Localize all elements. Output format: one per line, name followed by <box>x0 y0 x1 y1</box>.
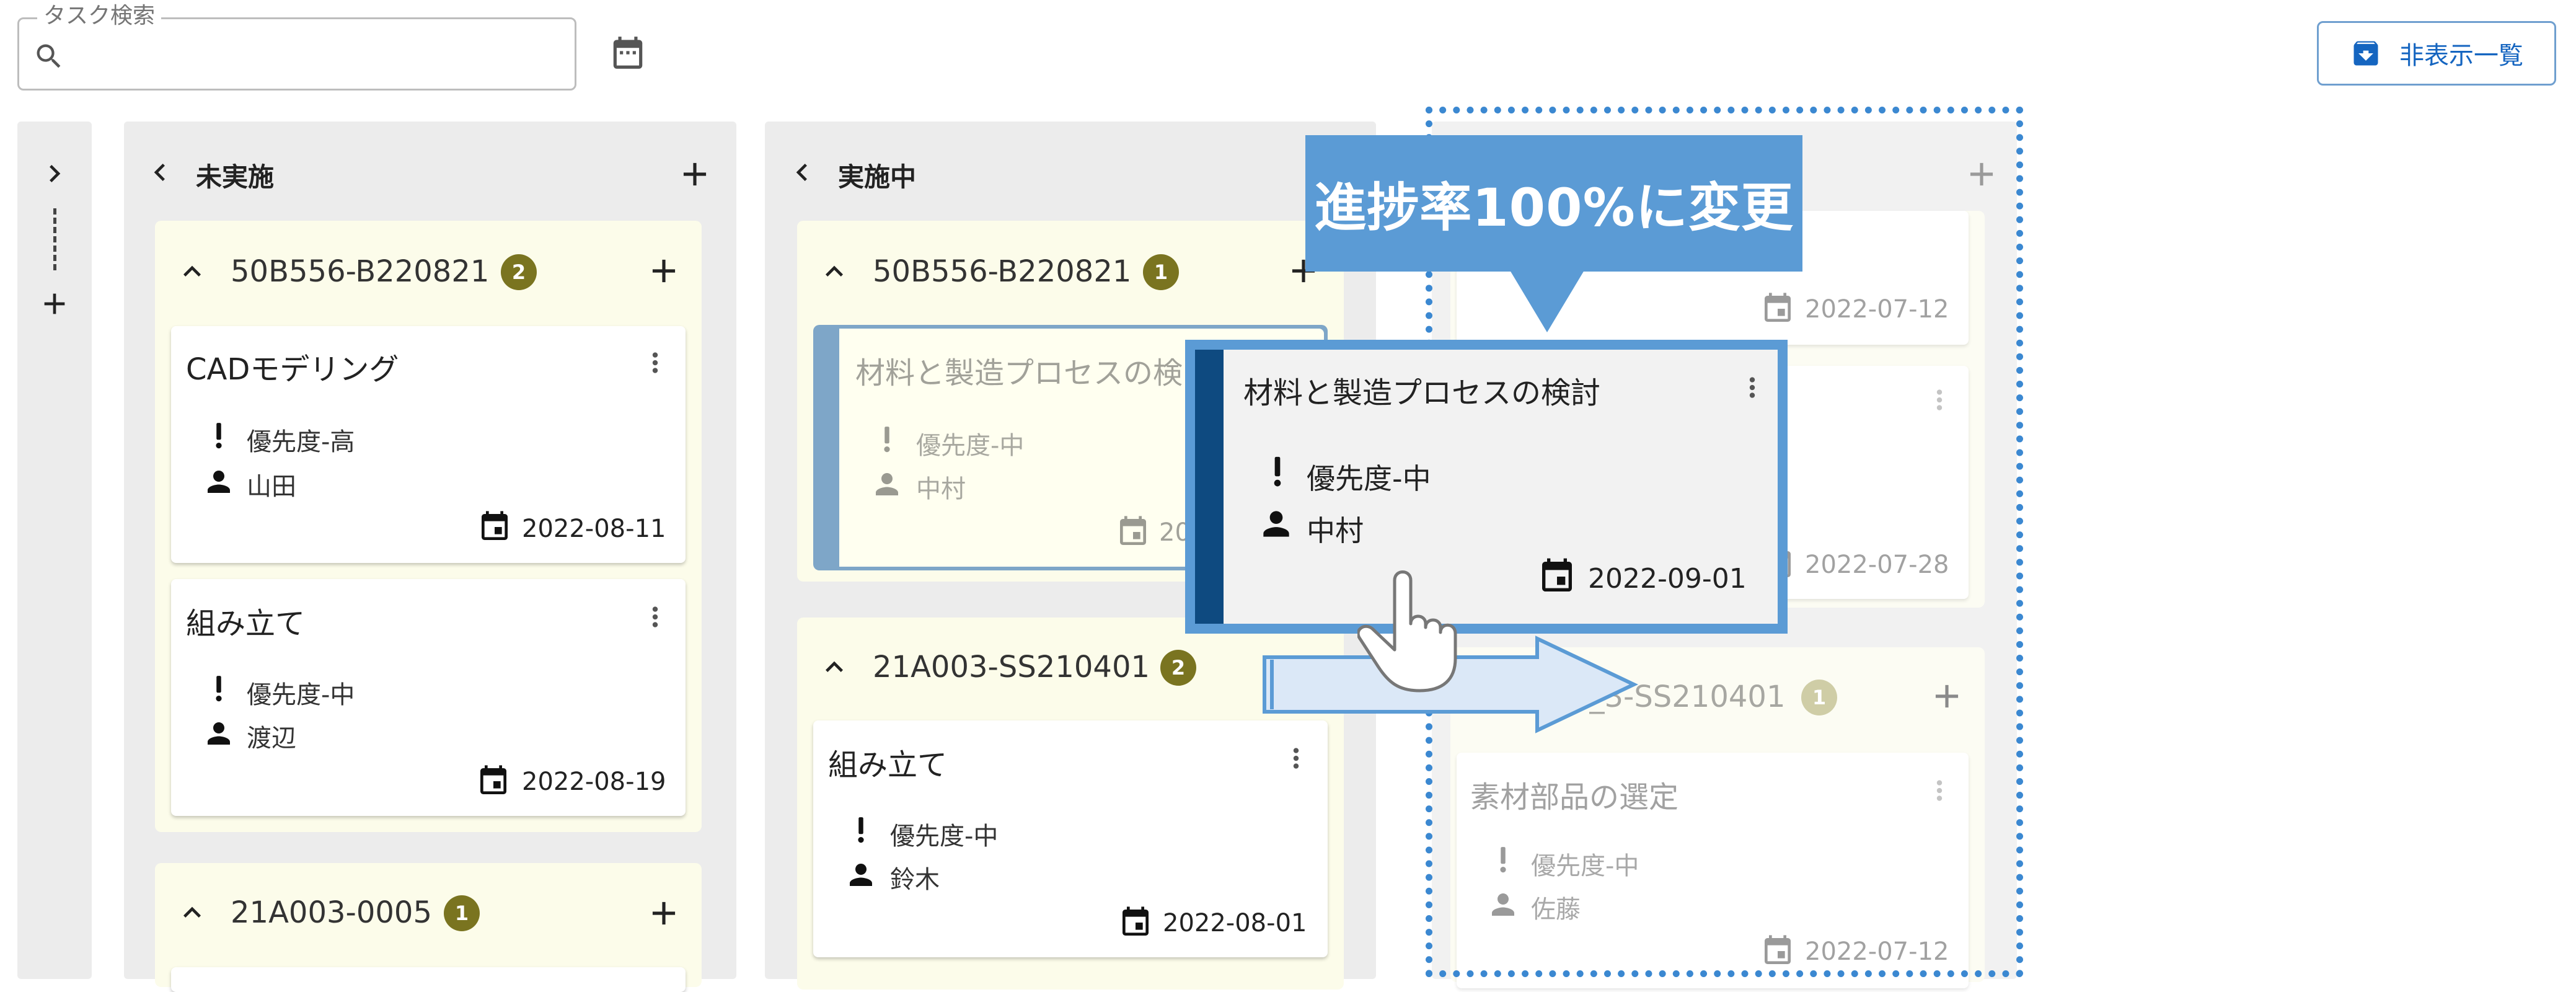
chevron-left-icon[interactable] <box>785 155 819 190</box>
person-icon <box>202 717 236 750</box>
priority-icon <box>203 673 234 704</box>
chevron-right-icon[interactable] <box>37 156 72 191</box>
more-vert-icon[interactable] <box>640 347 671 378</box>
card-priority: 優先度-中 <box>916 432 1025 460</box>
card-assignee: 山田 <box>247 472 296 501</box>
callout-tail <box>1510 270 1584 332</box>
plus-icon[interactable] <box>645 252 683 290</box>
card-assignee: 中村 <box>916 475 966 503</box>
card-title: 材料と製造プロセスの検討 <box>1243 376 1601 410</box>
search-label: タスク検索 <box>37 4 162 29</box>
hidden-list-label: 非表示一覧 <box>2399 42 2523 70</box>
event-icon <box>1537 557 1577 596</box>
card-title: 組み立て <box>186 606 306 641</box>
card-date: 2022-08-19 <box>522 768 666 796</box>
group-title: 21A003-0005 <box>231 895 433 930</box>
card-priority: 優先度-中 <box>247 681 355 709</box>
card-assignee: 中村 <box>1307 514 1364 547</box>
card-priority: 優先度-中 <box>890 822 999 851</box>
card-date: 2022-08-01 <box>1163 909 1307 937</box>
more-vert-icon[interactable] <box>1281 743 1312 774</box>
card-date: 2022-08-11 <box>522 515 666 543</box>
plus-icon[interactable] <box>676 155 714 193</box>
hidden-list-button[interactable]: 非表示一覧 <box>2317 21 2556 86</box>
group-title: 21A003-SS210401 <box>873 650 1150 684</box>
priority-icon <box>1259 454 1295 490</box>
priority-icon <box>845 815 876 846</box>
chevron-up-icon[interactable] <box>817 254 852 289</box>
group-title: 50B556-B220821 <box>231 254 490 289</box>
count-badge: 2 <box>1160 650 1196 686</box>
card-accent-stripe <box>1195 350 1224 624</box>
callout-banner: 進捗率100%に変更 <box>1305 135 1802 272</box>
card-title: CADモデリング <box>186 352 399 387</box>
plus-icon[interactable] <box>37 286 72 321</box>
card-date: 2022-09-01 <box>1588 563 1747 595</box>
count-badge: 1 <box>1143 254 1179 290</box>
chevron-up-icon[interactable] <box>817 650 852 684</box>
event-icon <box>1118 905 1153 940</box>
task-card[interactable] <box>171 967 686 992</box>
count-badge: 2 <box>501 254 537 290</box>
chevron-left-icon[interactable] <box>143 155 177 190</box>
chevron-up-icon[interactable] <box>175 895 210 930</box>
count-badge: 1 <box>444 895 480 931</box>
hand-pointer-icon <box>1357 570 1457 693</box>
more-vert-icon[interactable] <box>640 601 671 632</box>
column-divider <box>53 208 56 270</box>
search-icon <box>33 40 65 73</box>
column-title: 未実施 <box>196 162 275 192</box>
person-icon <box>202 465 236 498</box>
priority-icon <box>871 424 902 455</box>
calendar-icon[interactable] <box>609 33 647 72</box>
more-vert-icon[interactable] <box>1737 372 1768 403</box>
event-icon <box>476 764 511 799</box>
card-title: 材料と製造プロセスの検 <box>855 356 1183 391</box>
plus-icon[interactable] <box>645 894 683 932</box>
person-icon <box>1257 505 1295 543</box>
priority-icon <box>203 420 234 451</box>
card-assignee: 鈴木 <box>890 866 940 894</box>
event-icon <box>1116 515 1150 549</box>
card-assignee: 渡辺 <box>247 724 296 753</box>
card-priority: 優先度-高 <box>247 428 355 456</box>
search-input[interactable] <box>81 38 552 73</box>
archive-icon <box>2350 37 2382 69</box>
card-title: 組み立て <box>828 748 948 782</box>
person-icon <box>844 858 878 892</box>
column-title: 実施中 <box>838 162 917 192</box>
group-title: 50B556-B220821 <box>873 254 1132 289</box>
chevron-up-icon[interactable] <box>175 254 210 289</box>
person-icon <box>870 467 904 501</box>
card-priority: 優先度-中 <box>1307 462 1431 495</box>
event-icon <box>477 510 512 544</box>
